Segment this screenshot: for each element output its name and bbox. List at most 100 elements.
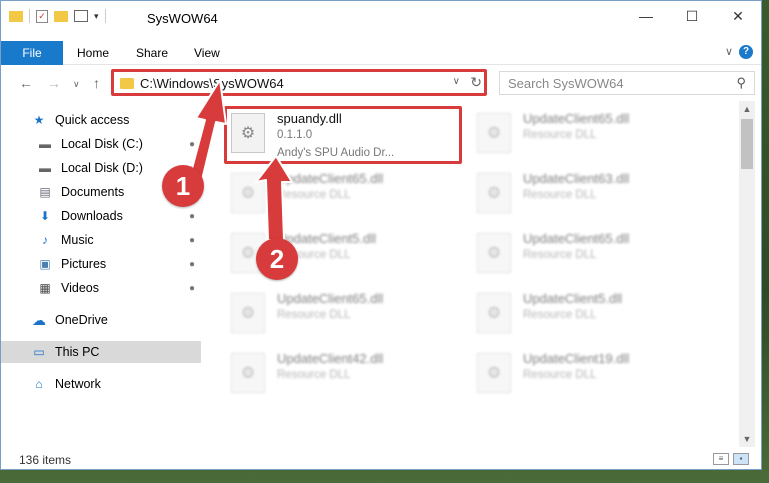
quick-access-toolbar: ✓ ▾ (9, 9, 106, 23)
file-name: UpdateClient42.dll (277, 351, 384, 366)
sidebar-item-label: Documents (61, 185, 125, 199)
sidebar-item-pictures[interactable]: ▣ Pictures ● (1, 253, 201, 275)
scrollbar-thumb[interactable] (741, 119, 753, 169)
ribbon-tabs: File Home Share View ∨ ? (1, 41, 761, 65)
toolbar-divider (104, 9, 106, 23)
download-icon: ⬇ (39, 209, 51, 223)
properties-icon[interactable]: ✓ (36, 9, 48, 23)
computer-icon: ▭ (33, 345, 45, 359)
status-bar: 136 items ≡ ▪ (1, 449, 761, 469)
sidebar-item-videos[interactable]: ▦ Videos ● (1, 277, 201, 299)
item-count: 136 items (19, 453, 72, 467)
search-input[interactable]: Search SysWOW64 ⚲ (499, 71, 755, 95)
up-button[interactable]: ↑ (93, 75, 100, 91)
pin-icon: ● (188, 138, 195, 150)
file-name: UpdateClient65.dll (523, 111, 630, 126)
forward-button[interactable]: → (47, 75, 61, 91)
drive-icon: ▬ (39, 161, 51, 175)
large-icons-view-icon[interactable]: ▪ (733, 453, 749, 465)
file-item[interactable]: ⚙ UpdateClient65.dll Resource DLL (471, 107, 711, 163)
file-name: UpdateClient65.dll (277, 291, 384, 306)
file-item[interactable]: ⚙ UpdateClient65.dll Resource DLL (225, 287, 465, 343)
window-title: SysWOW64 (147, 11, 218, 26)
file-item[interactable]: ⚙ UpdateClient5.dll Resource DLL (471, 287, 711, 343)
file-item[interactable]: ⚙ UpdateClient65.dll Resource DLL (471, 227, 711, 283)
tab-home[interactable]: Home (77, 46, 109, 60)
tab-view[interactable]: View (194, 46, 220, 60)
file-highlight-box (224, 106, 462, 164)
music-icon: ♪ (42, 233, 48, 247)
documents-icon: ▤ (39, 185, 51, 199)
dll-file-icon: ⚙ (231, 293, 265, 333)
file-description: Resource DLL (277, 369, 351, 381)
sidebar-item-quick-access[interactable]: ★ Quick access (1, 109, 201, 131)
view-options-icon[interactable] (74, 10, 88, 22)
sidebar-item-music[interactable]: ♪ Music ● (1, 229, 201, 251)
sidebar-item-label: Downloads (61, 209, 123, 223)
pin-icon: ● (188, 210, 195, 222)
file-description: Resource DLL (523, 309, 597, 321)
tab-file[interactable]: File (1, 41, 63, 65)
file-name: UpdateClient63.dll (523, 171, 630, 186)
pin-icon: ● (188, 282, 195, 294)
new-folder-icon[interactable] (54, 10, 68, 22)
scroll-down-icon[interactable]: ▼ (739, 431, 755, 447)
customize-toolbar-icon[interactable]: ▾ (94, 11, 99, 22)
file-item[interactable]: ⚙ UpdateClient42.dll Resource DLL (225, 347, 465, 403)
pin-icon: ● (188, 258, 195, 270)
cloud-icon: ☁ (32, 311, 46, 328)
dll-file-icon: ⚙ (477, 233, 511, 273)
sidebar-item-label: Music (61, 233, 94, 247)
sidebar-item-label: Network (55, 377, 101, 391)
back-button[interactable]: ← (19, 75, 33, 91)
file-name: UpdateClient5.dll (523, 291, 623, 306)
sidebar-item-label: Local Disk (C:) (61, 137, 143, 151)
title-bar: ✓ ▾ SysWOW64 — ☐ ✕ (1, 1, 761, 33)
file-name: UpdateClient65.dll (523, 231, 630, 246)
sidebar-item-network[interactable]: ⌂ Network (1, 373, 201, 395)
navigation-pane: ★ Quick access ▬ Local Disk (C:) ● ▬ Loc… (1, 105, 201, 445)
sidebar-item-label: OneDrive (55, 313, 108, 327)
details-view-icon[interactable]: ≡ (713, 453, 729, 465)
scroll-up-icon[interactable]: ▲ (739, 101, 755, 117)
expand-ribbon-icon[interactable]: ∨ (725, 45, 733, 58)
tab-share[interactable]: Share (136, 46, 168, 60)
sidebar-item-label: Quick access (55, 113, 130, 127)
sidebar-item-label: Videos (61, 281, 99, 295)
file-name: UpdateClient19.dll (523, 351, 630, 366)
recent-locations-button[interactable]: ∨ (73, 79, 80, 90)
star-icon: ★ (33, 113, 45, 127)
folder-icon (9, 10, 23, 22)
file-description: Resource DLL (277, 309, 351, 321)
pin-icon: ● (188, 234, 195, 246)
vertical-scrollbar[interactable]: ▲ ▼ (739, 101, 755, 447)
dll-file-icon: ⚙ (231, 173, 265, 213)
file-description: Resource DLL (523, 249, 597, 261)
file-item[interactable]: ⚙ UpdateClient63.dll Resource DLL (471, 167, 711, 223)
network-icon: ⌂ (35, 377, 43, 391)
sidebar-item-label: Pictures (61, 257, 107, 271)
file-item[interactable]: ⚙ UpdateClient19.dll Resource DLL (471, 347, 711, 403)
sidebar-item-onedrive[interactable]: ☁ OneDrive (1, 309, 201, 331)
pictures-icon: ▣ (39, 257, 51, 271)
maximize-button[interactable]: ☐ (669, 1, 715, 31)
sidebar-item-downloads[interactable]: ⬇ Downloads ● (1, 205, 201, 227)
file-description: Resource DLL (523, 189, 597, 201)
step-2-badge: 2 (256, 238, 298, 280)
minimize-button[interactable]: — (623, 1, 669, 31)
drive-icon: ▬ (39, 137, 51, 151)
file-name: UpdateClient65.dll (277, 171, 384, 186)
close-button[interactable]: ✕ (715, 1, 761, 31)
file-description: Resource DLL (523, 369, 597, 381)
search-placeholder: Search SysWOW64 (508, 75, 624, 91)
help-icon[interactable]: ? (739, 45, 753, 59)
videos-icon: ▦ (39, 281, 51, 295)
search-icon: ⚲ (736, 75, 746, 90)
file-item[interactable]: ⚙ UpdateClient65.dll Resource DLL (225, 167, 465, 223)
sidebar-item-this-pc[interactable]: ▭ This PC (1, 341, 201, 363)
file-description: Resource DLL (277, 189, 351, 201)
sidebar-item-local-disk-c[interactable]: ▬ Local Disk (C:) ● (1, 133, 201, 155)
dll-file-icon: ⚙ (231, 353, 265, 393)
address-highlight-box (111, 69, 487, 96)
sidebar-item-label: Local Disk (D:) (61, 161, 143, 175)
